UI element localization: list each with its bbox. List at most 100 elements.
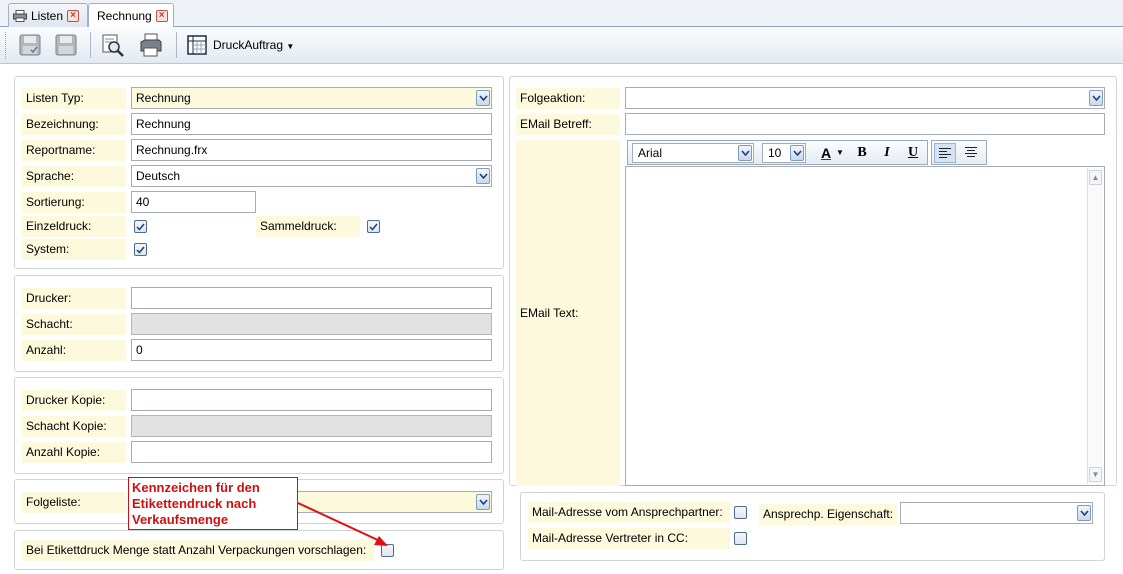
druckauftrag-menu[interactable]: DruckAuftrag ▼ bbox=[213, 38, 294, 52]
dropdown-button[interactable] bbox=[476, 494, 490, 510]
schacht-kopie-label: Schacht Kopie: bbox=[22, 416, 126, 437]
mail-vertreter-cc-checkbox[interactable] bbox=[734, 532, 747, 545]
font-family-select[interactable]: Arial bbox=[632, 143, 754, 163]
email-betreff-label: EMail Betreff: bbox=[516, 114, 620, 135]
ansprech-eigenschaft-select[interactable] bbox=[900, 502, 1093, 524]
print-icon bbox=[140, 33, 162, 57]
chevron-down-icon bbox=[740, 150, 750, 156]
sprache-label: Sprache: bbox=[22, 166, 126, 187]
reportname-label: Reportname: bbox=[22, 140, 126, 161]
folgeaktion-select[interactable] bbox=[625, 87, 1105, 109]
sortierung-label: Sortierung: bbox=[22, 192, 126, 213]
chevron-down-icon bbox=[792, 150, 802, 156]
einzeldruck-checkbox[interactable] bbox=[134, 220, 147, 233]
font-size-select[interactable]: 10 bbox=[762, 143, 806, 163]
chevron-down-icon bbox=[1091, 95, 1101, 101]
dropdown-button[interactable] bbox=[790, 145, 804, 161]
tab-bar: Listen × Rechnung × bbox=[0, 0, 1123, 28]
listen-typ-select[interactable]: Rechnung bbox=[131, 87, 492, 109]
bezeichnung-label: Bezeichnung: bbox=[22, 114, 126, 135]
close-icon[interactable]: × bbox=[67, 9, 80, 22]
sprache-value: Deutsch bbox=[136, 169, 181, 183]
tab-rechnung[interactable]: Rechnung × bbox=[88, 3, 174, 28]
checkmark-icon bbox=[369, 223, 378, 231]
toolbar: DruckAuftrag ▼ bbox=[0, 27, 1123, 64]
font-color-icon: A bbox=[820, 145, 832, 161]
bezeichnung-input[interactable]: Rechnung bbox=[131, 113, 492, 135]
chevron-down-icon bbox=[478, 95, 488, 101]
align-center-button[interactable] bbox=[960, 143, 982, 163]
listen-typ-label: Listen Typ: bbox=[22, 88, 126, 109]
email-betreff-input[interactable] bbox=[625, 113, 1105, 135]
tab-listen[interactable]: Listen × bbox=[8, 3, 88, 27]
toolbar-grip bbox=[5, 32, 8, 59]
sammeldruck-label: Sammeldruck: bbox=[256, 216, 360, 237]
toolbar-separator bbox=[176, 32, 177, 58]
ansprech-eigenschaft-label: Ansprechp. Eigenschaft: bbox=[759, 504, 897, 525]
sortierung-input[interactable]: 40 bbox=[131, 191, 256, 213]
folgeaktion-label: Folgeaktion: bbox=[516, 88, 620, 109]
drucker-kopie-label: Drucker Kopie: bbox=[22, 390, 126, 411]
drucker-label: Drucker: bbox=[22, 288, 126, 309]
scroll-up-icon[interactable]: ▲ bbox=[1089, 170, 1102, 185]
dropdown-button[interactable] bbox=[738, 145, 752, 161]
dropdown-button[interactable] bbox=[1089, 90, 1103, 106]
bold-button[interactable]: B bbox=[852, 144, 872, 162]
system-checkbox[interactable] bbox=[134, 243, 147, 256]
chevron-down-icon: ▼ bbox=[286, 42, 295, 51]
listen-typ-value: Rechnung bbox=[136, 91, 191, 105]
system-label: System: bbox=[22, 239, 126, 260]
save-button[interactable] bbox=[52, 31, 80, 59]
save-icon bbox=[55, 34, 77, 56]
scroll-down-icon[interactable]: ▼ bbox=[1089, 467, 1102, 482]
anzahl-input[interactable]: 0 bbox=[131, 339, 492, 361]
mail-ansprechpartner-label: Mail-Adresse vom Ansprechpartner: bbox=[528, 502, 730, 523]
chevron-down-icon bbox=[478, 499, 488, 505]
font-color-button[interactable]: A bbox=[816, 144, 836, 162]
chevron-down-icon bbox=[478, 173, 488, 179]
checkmark-icon bbox=[136, 246, 145, 254]
align-left-button[interactable] bbox=[934, 143, 956, 163]
save-close-button[interactable] bbox=[16, 31, 44, 59]
mail-vertreter-cc-label: Mail-Adresse Vertreter in CC: bbox=[528, 528, 730, 549]
annotation-callout: Kennzeichen für den Etikettendruck nach … bbox=[128, 477, 298, 530]
align-left-icon bbox=[939, 148, 951, 158]
grid-icon bbox=[187, 35, 207, 55]
dropdown-button[interactable] bbox=[476, 90, 490, 106]
email-text-label: EMail Text: bbox=[516, 140, 620, 486]
email-text-editor[interactable]: ▲ ▼ bbox=[625, 166, 1105, 486]
reportname-input[interactable]: Rechnung.frx bbox=[131, 139, 492, 161]
print-button[interactable] bbox=[137, 31, 165, 59]
dropdown-button[interactable] bbox=[1077, 505, 1091, 521]
schacht-kopie-input bbox=[131, 415, 492, 437]
sammeldruck-checkbox[interactable] bbox=[367, 220, 380, 233]
checkmark-icon bbox=[136, 223, 145, 231]
drucker-input[interactable] bbox=[131, 287, 492, 309]
sprache-select[interactable]: Deutsch bbox=[131, 165, 492, 187]
italic-button[interactable]: I bbox=[877, 144, 897, 162]
tab-listen-label: Listen bbox=[31, 8, 64, 23]
font-family-value: Arial bbox=[638, 146, 663, 160]
printer-icon bbox=[13, 9, 27, 22]
grid-button[interactable] bbox=[183, 31, 211, 59]
underline-button[interactable]: U bbox=[903, 144, 923, 162]
druckauftrag-label: DruckAuftrag bbox=[213, 38, 284, 52]
mail-ansprechpartner-checkbox[interactable] bbox=[734, 506, 747, 519]
toolbar-separator bbox=[90, 32, 91, 58]
anzahl-kopie-label: Anzahl Kopie: bbox=[22, 442, 126, 463]
print-preview-button[interactable] bbox=[99, 31, 127, 59]
editor-scrollbar[interactable]: ▲ ▼ bbox=[1087, 168, 1103, 484]
drucker-kopie-input[interactable] bbox=[131, 389, 492, 411]
schacht-label: Schacht: bbox=[22, 314, 126, 335]
chevron-down-icon[interactable]: ▼ bbox=[835, 144, 845, 162]
align-toolbar bbox=[931, 140, 987, 165]
dropdown-button[interactable] bbox=[476, 168, 490, 184]
align-center-icon bbox=[965, 147, 977, 157]
chevron-down-icon bbox=[1079, 510, 1089, 516]
schacht-input bbox=[131, 313, 492, 335]
print-preview-icon bbox=[102, 34, 124, 57]
close-icon[interactable]: × bbox=[155, 10, 168, 22]
editor-toolbar: Arial 10 A ▼ B I U bbox=[627, 140, 928, 165]
font-size-value: 10 bbox=[768, 146, 782, 160]
anzahl-kopie-input[interactable] bbox=[131, 441, 492, 463]
